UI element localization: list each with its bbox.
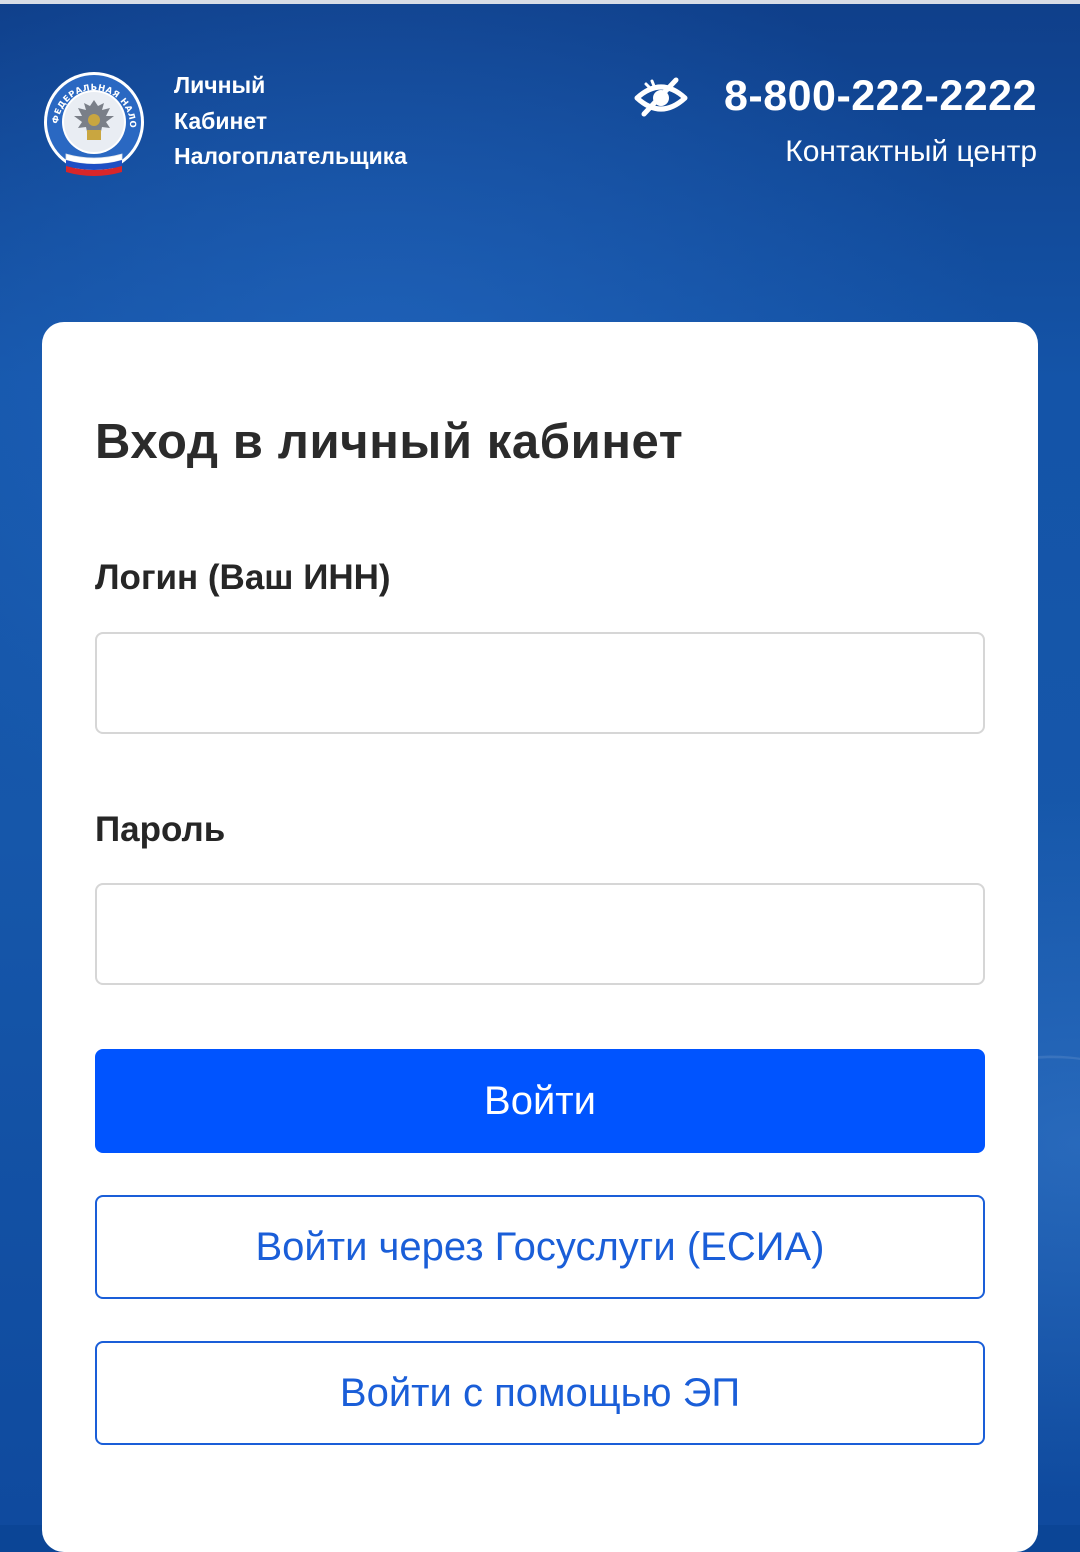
- ep-login-button[interactable]: Войти с помощью ЭП: [95, 1341, 985, 1445]
- esia-login-button[interactable]: Войти через Госуслуги (ЕСИА): [95, 1195, 985, 1299]
- brand-line-2: Кабинет: [174, 107, 268, 134]
- password-label: Пароль: [95, 810, 226, 849]
- login-input[interactable]: [95, 632, 985, 734]
- login-button[interactable]: Войти: [95, 1049, 985, 1153]
- brand-line-1: Личный: [174, 72, 266, 98]
- site-header: ФЕДЕРАЛЬНАЯ НАЛОГОВАЯ СЛУЖБА Личный Каби…: [0, 0, 1080, 320]
- eye-slash-icon[interactable]: [634, 74, 688, 120]
- brand-line-3: Налогоплательщика: [174, 143, 408, 169]
- password-input[interactable]: [95, 883, 985, 985]
- brand-title[interactable]: Личный Кабинет Налогоплательщика: [174, 68, 407, 175]
- contact-center-label: Контактный центр: [785, 135, 1037, 168]
- page-title: Вход в личный кабинет: [95, 415, 684, 469]
- contact-phone[interactable]: 8-800-222-2222: [724, 72, 1037, 121]
- login-card: Вход в личный кабинет Логин (Ваш ИНН) Па…: [42, 322, 1038, 1552]
- login-label: Логин (Ваш ИНН): [95, 558, 391, 597]
- fns-emblem-icon[interactable]: ФЕДЕРАЛЬНАЯ НАЛОГОВАЯ СЛУЖБА: [37, 63, 146, 178]
